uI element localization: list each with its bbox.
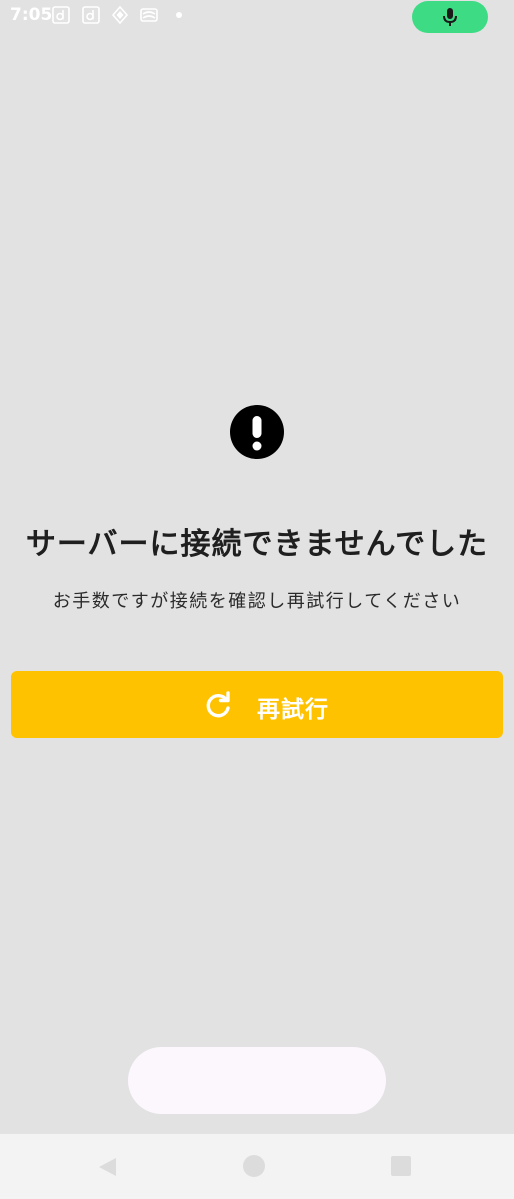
mic-icon [443,8,457,26]
d-app-icon [52,6,70,24]
recents-square-icon[interactable] [391,1156,411,1176]
home-circle-icon[interactable] [243,1155,265,1177]
cast-icon [140,8,158,22]
diamond-app-icon [111,6,129,24]
refresh-icon [206,691,230,718]
d-app-icon [82,6,100,24]
error-message: お手数ですが接続を確認し再試行してください [52,591,462,612]
retry-button[interactable]: 再試行 [11,671,503,738]
navigation-bar [0,1134,514,1199]
mic-indicator [412,1,488,33]
bottom-pill [128,1047,386,1114]
back-triangle-icon[interactable] [96,1156,118,1178]
retry-button-label: 再試行 [257,697,329,723]
exclamation-circle-icon [230,405,284,459]
status-time: 7:05 [10,5,53,25]
error-title: サーバーに接続できませんでした [25,527,489,562]
dot-icon [176,12,182,18]
status-bar: 7:05 [0,0,514,33]
